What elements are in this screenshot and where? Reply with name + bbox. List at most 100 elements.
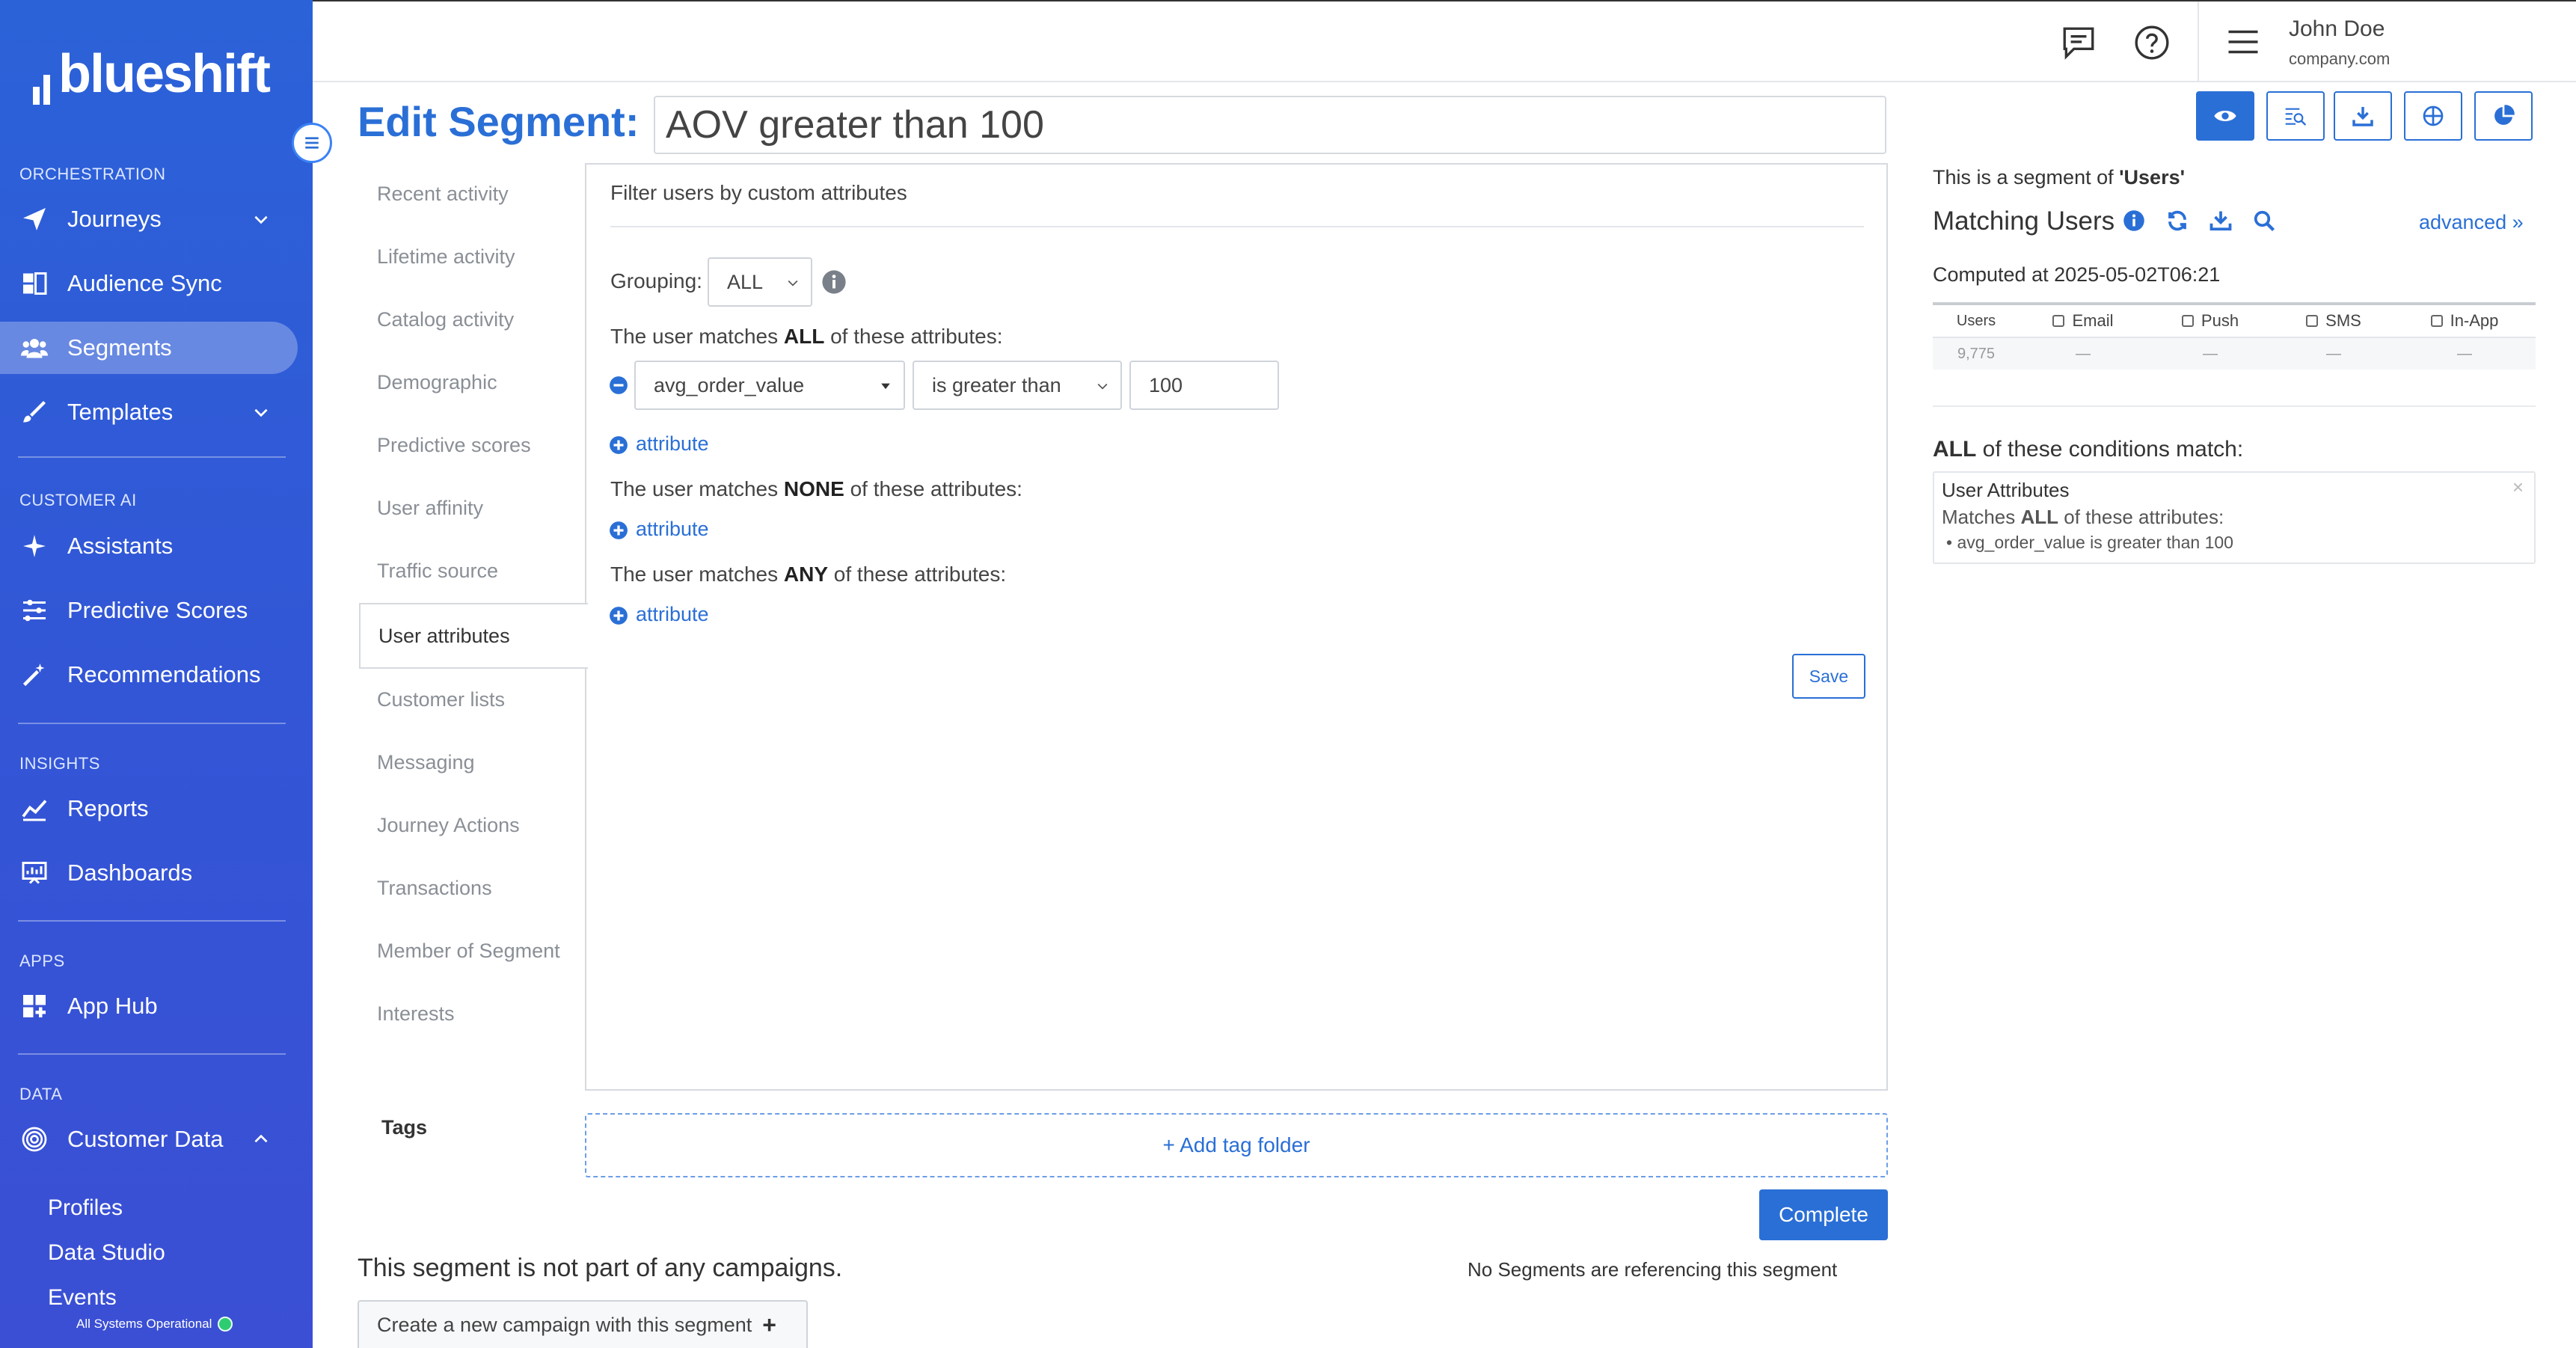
- sidebar-item-customer-data[interactable]: Customer Data: [0, 1113, 298, 1165]
- tab-transactions[interactable]: Transactions: [377, 877, 492, 900]
- match-prefix: The user matches: [610, 563, 779, 586]
- preview-button[interactable]: [2196, 91, 2254, 141]
- tab-interests[interactable]: Interests: [377, 1002, 455, 1026]
- sidebar-collapse-button[interactable]: [292, 123, 332, 163]
- sparkle-icon: [19, 531, 49, 561]
- magic-wand-icon: [19, 660, 49, 690]
- section-apps: APPS: [19, 952, 65, 970]
- create-campaign-button[interactable]: Create a new campaign with this segment …: [358, 1300, 808, 1348]
- value-input[interactable]: 100: [1129, 361, 1279, 410]
- grouping-select[interactable]: ALL: [708, 257, 812, 307]
- col-push[interactable]: Push: [2147, 311, 2274, 331]
- tab-member-of-segment[interactable]: Member of Segment: [377, 940, 560, 963]
- tab-user-attributes[interactable]: User attributes: [359, 603, 588, 669]
- tab-predictive-scores[interactable]: Predictive scores: [377, 434, 531, 457]
- chat-icon[interactable]: [2060, 24, 2097, 61]
- save-button[interactable]: Save: [1792, 654, 1865, 699]
- tab-lifetime-activity[interactable]: Lifetime activity: [377, 245, 515, 269]
- operator-select[interactable]: is greater than: [913, 361, 1122, 410]
- segment-of-label: This is a segment of 'Users': [1933, 166, 2185, 189]
- add-tag-folder-button[interactable]: + Add tag folder: [585, 1113, 1888, 1177]
- caret-down-icon: [881, 383, 890, 390]
- divider: [1933, 405, 2536, 407]
- col-push-label: Push: [2201, 311, 2239, 330]
- condition-matches-prefix: Matches: [1942, 506, 2016, 528]
- sidebar-item-segments[interactable]: Segments: [0, 322, 298, 374]
- advanced-link[interactable]: advanced »: [2419, 211, 2524, 234]
- inspect-button[interactable]: [2266, 91, 2325, 141]
- tab-user-affinity[interactable]: User affinity: [377, 497, 483, 520]
- sidebar-item-reports[interactable]: Reports: [0, 782, 298, 835]
- sidebar-subitem-events[interactable]: Events: [48, 1285, 117, 1305]
- download-icon[interactable]: [2209, 209, 2232, 232]
- refresh-icon[interactable]: [2166, 209, 2189, 232]
- conditions-heading: ALL of these conditions match:: [1933, 437, 2243, 462]
- analytics-button[interactable]: [2474, 91, 2533, 141]
- add-attribute-none-link[interactable]: attribute: [636, 518, 709, 541]
- sidebar-item-assistants[interactable]: Assistants: [0, 520, 298, 572]
- sidebar-item-predictive-scores[interactable]: Predictive Scores: [0, 584, 298, 637]
- add-circle-icon[interactable]: [609, 606, 628, 625]
- remove-condition-icon[interactable]: [609, 376, 628, 395]
- sidebar-item-journeys[interactable]: Journeys: [0, 193, 298, 245]
- sidebar-item-label: Recommendations: [67, 661, 261, 687]
- blueshift-logo[interactable]: blueshift: [33, 43, 271, 105]
- tab-customer-lists[interactable]: Customer lists: [377, 688, 505, 711]
- sidebar-item-audience-sync[interactable]: Audience Sync: [0, 257, 298, 310]
- matching-users-tools: [2123, 209, 2275, 232]
- conditions-keyword: ALL: [1933, 437, 1977, 462]
- close-icon[interactable]: ×: [2512, 476, 2524, 499]
- tab-recent-activity[interactable]: Recent activity: [377, 183, 509, 206]
- reachability-table: Users Email Push SMS In-App 9,775 — — — …: [1933, 302, 2536, 370]
- match-all-label: The user matches ALL of these attributes…: [610, 325, 1002, 349]
- chevron-up-icon[interactable]: [251, 1130, 271, 1149]
- sidebar-item-recommendations[interactable]: Recommendations: [0, 649, 298, 701]
- inapp-checkbox[interactable]: [2430, 315, 2443, 327]
- sidebar-subitem-profiles[interactable]: Profiles: [48, 1195, 123, 1221]
- segment-name-input[interactable]: AOV greater than 100: [654, 96, 1886, 154]
- col-inapp[interactable]: In-App: [2393, 311, 2536, 331]
- crosshair-icon: [2423, 105, 2444, 126]
- sidebar: blueshift ORCHESTRATION Journeys Audienc…: [0, 0, 313, 1348]
- download-button[interactable]: [2334, 91, 2392, 141]
- help-icon[interactable]: [2133, 24, 2171, 61]
- search-icon[interactable]: [2253, 209, 2275, 232]
- tab-messaging[interactable]: Messaging: [377, 751, 475, 774]
- tab-catalog-activity[interactable]: Catalog activity: [377, 308, 514, 331]
- sidebar-item-label: Segments: [67, 334, 172, 361]
- sidebar-item-app-hub[interactable]: App Hub: [0, 980, 298, 1032]
- push-checkbox[interactable]: [2181, 315, 2194, 327]
- col-users: Users: [1956, 312, 1996, 329]
- sidebar-subitem-data-studio[interactable]: Data Studio: [48, 1240, 165, 1266]
- condition-card: User Attributes Matches ALL of these att…: [1933, 471, 2536, 564]
- sms-checkbox[interactable]: [2306, 315, 2319, 327]
- chevron-down-icon[interactable]: [251, 209, 271, 229]
- add-circle-icon[interactable]: [609, 435, 628, 455]
- operator-value: is greater than: [932, 373, 1061, 396]
- col-email[interactable]: Email: [2020, 311, 2147, 331]
- col-sms[interactable]: SMS: [2274, 311, 2393, 331]
- target-button[interactable]: [2404, 91, 2462, 141]
- info-icon[interactable]: [2123, 209, 2145, 232]
- info-icon[interactable]: [821, 269, 847, 295]
- email-checkbox[interactable]: [2052, 315, 2065, 327]
- attribute-select[interactable]: avg_order_value: [634, 361, 905, 410]
- push-count: —: [2203, 345, 2218, 362]
- sidebar-item-label: Journeys: [67, 206, 162, 232]
- hamburger-icon[interactable]: [2226, 28, 2260, 55]
- add-attribute-any-link[interactable]: attribute: [636, 603, 709, 626]
- complete-button[interactable]: Complete: [1759, 1189, 1888, 1240]
- tab-demographic[interactable]: Demographic: [377, 371, 497, 394]
- table-row: 9,775 — — — —: [1933, 338, 2536, 370]
- sidebar-item-templates[interactable]: Templates: [0, 386, 298, 438]
- system-status: All Systems Operational: [76, 1317, 233, 1332]
- brush-icon: [19, 397, 49, 427]
- add-attribute-all-link[interactable]: attribute: [636, 432, 709, 456]
- tab-traffic-source[interactable]: Traffic source: [377, 560, 498, 583]
- add-circle-icon[interactable]: [609, 521, 628, 540]
- user-name[interactable]: John Doe: [2289, 16, 2385, 42]
- tab-journey-actions[interactable]: Journey Actions: [377, 814, 520, 837]
- email-count: —: [2076, 345, 2091, 362]
- sidebar-item-dashboards[interactable]: Dashboards: [0, 847, 298, 899]
- chevron-down-icon[interactable]: [251, 402, 271, 422]
